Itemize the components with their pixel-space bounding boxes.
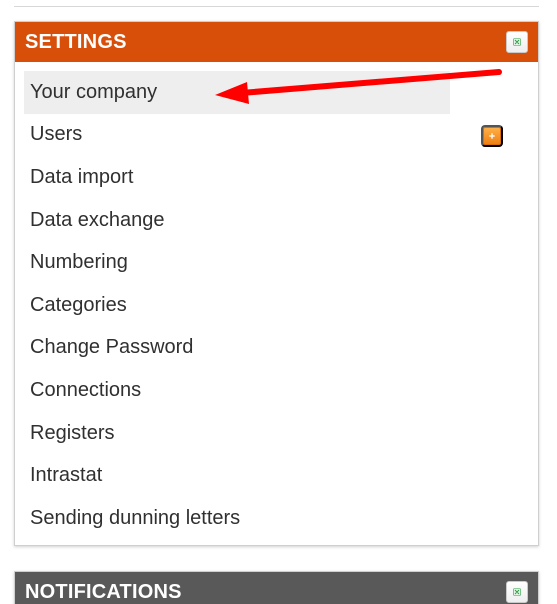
close-icon xyxy=(513,38,521,46)
menu-item-label: Data exchange xyxy=(30,208,165,231)
menu-item-label: Sending dunning letters xyxy=(30,506,241,529)
menu-item-change-password[interactable]: Change Password xyxy=(24,327,450,370)
menu-item-label: Numbering xyxy=(30,251,128,274)
menu-item-numbering[interactable]: Numbering xyxy=(24,241,450,284)
previous-panel-edge xyxy=(14,0,539,7)
add-user-button[interactable] xyxy=(481,125,503,147)
menu-item-label: Intrastat xyxy=(30,464,103,487)
menu-item-your-company[interactable]: Your company xyxy=(24,71,450,114)
menu-item-label: Connections xyxy=(30,378,142,401)
settings-close-button[interactable] xyxy=(506,31,528,53)
menu-item-label: Change Password xyxy=(30,336,194,359)
menu-item-data-exchange[interactable]: Data exchange xyxy=(24,199,450,242)
menu-item-data-import[interactable]: Data import xyxy=(24,156,450,199)
menu-item-registers[interactable]: Registers xyxy=(24,412,450,455)
menu-item-label: Users xyxy=(30,123,83,146)
menu-item-intrastat[interactable]: Intrastat xyxy=(24,454,450,497)
menu-item-categories[interactable]: Categories xyxy=(24,284,450,327)
menu-item-users[interactable]: Users xyxy=(24,114,450,157)
menu-item-label: Your company xyxy=(30,80,158,103)
settings-title: SETTINGS xyxy=(25,30,127,53)
menu-item-label: Data import xyxy=(30,165,134,188)
menu-item-label: Categories xyxy=(30,293,127,316)
close-icon xyxy=(513,588,521,596)
menu-item-label: Registers xyxy=(30,421,115,444)
menu-item-connections[interactable]: Connections xyxy=(24,369,450,412)
plus-icon xyxy=(489,133,495,139)
settings-page: SETTINGS Your company Users Data import … xyxy=(0,0,557,604)
notifications-panel: NOTIFICATIONS xyxy=(14,571,539,604)
menu-item-sending-dunning-letters[interactable]: Sending dunning letters xyxy=(24,497,450,540)
settings-menu: Your company Users Data import Data exch… xyxy=(15,62,538,540)
notifications-header: NOTIFICATIONS xyxy=(15,572,538,604)
settings-header: SETTINGS xyxy=(15,22,538,62)
settings-panel: SETTINGS Your company Users Data import … xyxy=(14,21,539,546)
notifications-close-button[interactable] xyxy=(506,581,528,603)
notifications-title: NOTIFICATIONS xyxy=(25,580,182,603)
